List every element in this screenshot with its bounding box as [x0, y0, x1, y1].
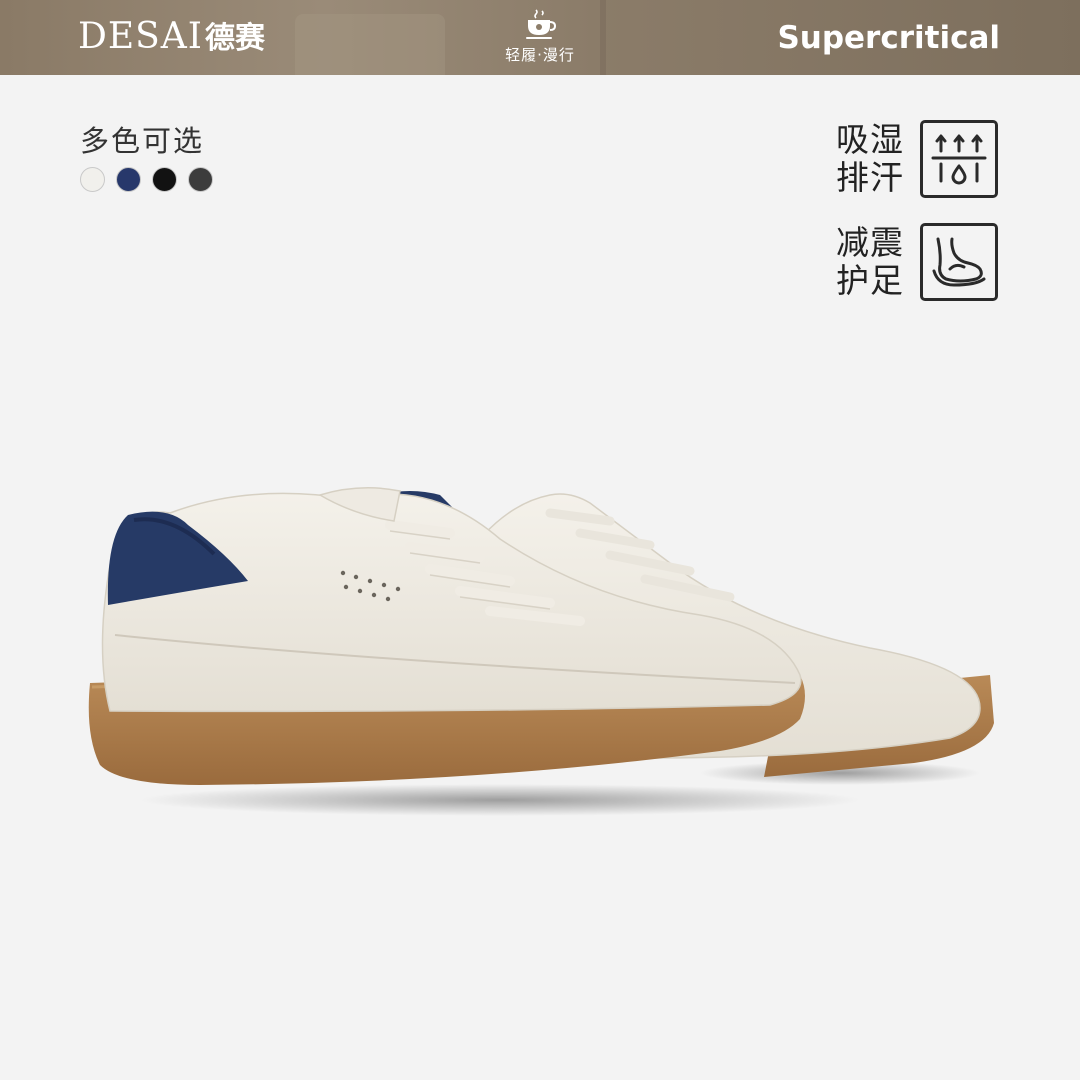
feature-label-line1: 吸湿 [836, 120, 904, 159]
swatch-black[interactable] [152, 167, 177, 192]
top-banner: DESAI 德赛 轻履·漫行 Supercritical [0, 0, 1080, 75]
brand-name-en: DESAI [78, 16, 204, 57]
brand-right-text: Supercritical [777, 20, 1000, 56]
feature-icon-box [920, 120, 998, 198]
product-image-sneakers [88, 487, 994, 816]
color-swatches [80, 167, 213, 192]
feature-moisture-wicking: 吸湿 排汗 [836, 119, 1000, 199]
swatch-white[interactable] [80, 167, 105, 192]
moisture-wicking-icon [931, 134, 987, 185]
center-logo: 轻履·漫行 [480, 8, 600, 72]
brand-name-cn: 德赛 [205, 21, 266, 56]
feature-label: 减震 护足 [836, 224, 912, 300]
banner-background-shape [295, 14, 445, 75]
banner-background-shape [600, 0, 606, 75]
brand-logo[interactable]: DESAI 德赛 [78, 16, 265, 60]
shoe-shadow [140, 784, 860, 816]
coffee-cup-icon [526, 9, 557, 39]
slogan: 轻履·漫行 [505, 46, 575, 64]
color-options-title: 多色可选 [80, 124, 205, 158]
feature-label-line2: 排汗 [836, 158, 904, 197]
feature-label: 吸湿 排汗 [836, 121, 912, 197]
swatch-charcoal[interactable] [188, 167, 213, 192]
foot-cushion-icon [932, 237, 986, 287]
feature-icon-box [920, 223, 998, 301]
swatch-navy[interactable] [116, 167, 141, 192]
feature-label-line2: 护足 [836, 261, 904, 300]
feature-label-line1: 减震 [836, 223, 904, 262]
feature-shock-absorb: 减震 护足 [836, 222, 1000, 302]
